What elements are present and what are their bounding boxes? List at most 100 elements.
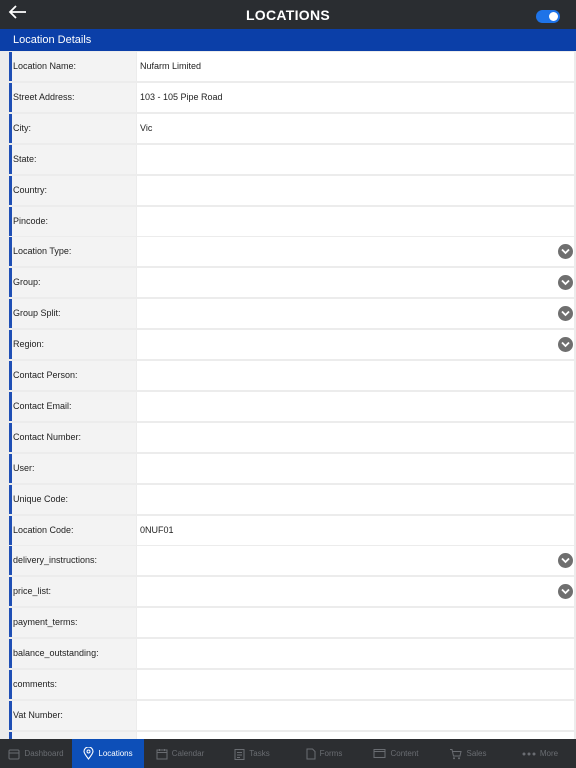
- tab-label: Calendar: [171, 749, 205, 758]
- dropdown-field[interactable]: [137, 237, 574, 267]
- form-row: Pincode:: [0, 206, 576, 237]
- tab-calendar[interactable]: Calendar: [144, 739, 216, 768]
- tab-locations[interactable]: Locations: [72, 739, 144, 768]
- section-header: Location Details: [0, 29, 576, 51]
- field-label: City:: [9, 113, 136, 143]
- form-row: Location Code: 0NUF01: [0, 515, 576, 546]
- form-row: [0, 731, 576, 739]
- field-label: [9, 731, 136, 739]
- dashboard-icon: [8, 748, 20, 760]
- field-label: price_list:: [9, 577, 136, 607]
- form-row: Unique Code:: [0, 484, 576, 515]
- content-icon: [373, 748, 386, 759]
- field-label: Location Name:: [9, 52, 136, 81]
- field-label: Street Address:: [9, 82, 136, 112]
- tab-content[interactable]: Content: [360, 739, 432, 768]
- tab-label: Sales: [466, 749, 487, 758]
- form-row: Location Name: Nufarm Limited: [0, 51, 576, 82]
- form-row: payment_terms:: [0, 607, 576, 638]
- form-row: Contact Number:: [0, 422, 576, 453]
- field-label: payment_terms:: [9, 608, 136, 638]
- field-label: User:: [9, 453, 136, 483]
- field-label: Contact Email:: [9, 391, 136, 421]
- tab-more[interactable]: More: [504, 739, 576, 768]
- text-field[interactable]: [137, 484, 574, 514]
- field-label: Location Type:: [9, 237, 136, 267]
- text-field[interactable]: [137, 731, 574, 739]
- field-label: Group:: [9, 268, 136, 298]
- calendar-icon: [156, 748, 168, 760]
- form-row: City: Vic: [0, 113, 576, 144]
- top-nav-bar: LOCATIONS: [0, 0, 576, 29]
- toggle-switch[interactable]: [536, 10, 560, 23]
- tab-label: Forms: [319, 749, 343, 758]
- form-row: State:: [0, 144, 576, 175]
- form-row: Vat Number:: [0, 700, 576, 731]
- text-field[interactable]: [137, 206, 574, 236]
- tab-label: Locations: [98, 749, 133, 758]
- dropdown-field[interactable]: [137, 546, 574, 576]
- field-label: Location Code:: [9, 515, 136, 545]
- page-title: LOCATIONS: [245, 6, 331, 23]
- text-field[interactable]: [137, 361, 574, 390]
- tab-label: Tasks: [249, 749, 270, 758]
- field-label: Pincode:: [9, 206, 136, 236]
- text-field[interactable]: Nufarm Limited: [137, 52, 574, 81]
- tab-sales[interactable]: Sales: [432, 739, 504, 768]
- form-row: Location Type:: [0, 236, 576, 267]
- tab-label: More: [539, 749, 559, 758]
- text-field[interactable]: Vic: [137, 113, 574, 143]
- field-label: Contact Number:: [9, 422, 136, 452]
- field-label: delivery_instructions:: [9, 546, 136, 576]
- text-field[interactable]: [137, 453, 574, 483]
- text-field[interactable]: [137, 700, 574, 730]
- tab-label: Dashboard: [24, 749, 64, 758]
- field-label: Unique Code:: [9, 484, 136, 514]
- dropdown-field[interactable]: [137, 330, 574, 360]
- field-label: comments:: [9, 670, 136, 699]
- tab-forms[interactable]: Forms: [288, 739, 360, 768]
- text-field[interactable]: [137, 608, 574, 638]
- dropdown-field[interactable]: [137, 268, 574, 298]
- field-label: balance_outstanding:: [9, 639, 136, 669]
- text-field[interactable]: 103 - 105 Pipe Road: [137, 82, 574, 112]
- tab-label: Content: [390, 749, 419, 758]
- form-row: delivery_instructions:: [0, 545, 576, 576]
- text-field[interactable]: [137, 670, 574, 699]
- location-details-form: Location Name: Nufarm Limited Street Addre…: [0, 51, 576, 739]
- form-row: Country:: [0, 175, 576, 206]
- dropdown-field[interactable]: [137, 577, 574, 607]
- text-field[interactable]: [137, 144, 574, 174]
- cart-icon: [449, 748, 463, 760]
- field-label: Vat Number:: [9, 700, 136, 730]
- text-field[interactable]: 0NUF01: [137, 515, 574, 545]
- form-row: Contact Person:: [0, 360, 576, 391]
- chevron-down-icon[interactable]: [558, 337, 573, 353]
- text-field[interactable]: [137, 422, 574, 452]
- bottom-tab-bar: Dashboard Locations Calendar Tasks Forms Cont…: [0, 739, 576, 768]
- dropdown-field[interactable]: [137, 299, 574, 329]
- form-row: comments:: [0, 669, 576, 700]
- form-row: price_list:: [0, 576, 576, 607]
- location-pin-icon: [83, 747, 94, 760]
- toggle-knob: [549, 12, 558, 21]
- form-row: Street Address: 103 - 105 Pipe Road: [0, 82, 576, 113]
- field-label: Region:: [9, 330, 136, 360]
- form-row: Region:: [0, 329, 576, 360]
- text-field[interactable]: [137, 639, 574, 669]
- form-row: Group:: [0, 267, 576, 298]
- field-label: State:: [9, 144, 136, 174]
- text-field[interactable]: [137, 175, 574, 205]
- field-label: Group Split:: [9, 299, 136, 329]
- form-row: User:: [0, 453, 576, 484]
- form-row: Contact Email:: [0, 391, 576, 422]
- form-row: balance_outstanding:: [0, 638, 576, 669]
- form-row: Group Split:: [0, 298, 576, 329]
- tab-dashboard[interactable]: Dashboard: [0, 739, 72, 768]
- back-arrow-icon[interactable]: [8, 4, 32, 24]
- text-field[interactable]: [137, 391, 574, 421]
- tab-tasks[interactable]: Tasks: [216, 739, 288, 768]
- field-label: Contact Person:: [9, 361, 136, 390]
- field-label: Country:: [9, 175, 136, 205]
- forms-icon: [306, 748, 316, 760]
